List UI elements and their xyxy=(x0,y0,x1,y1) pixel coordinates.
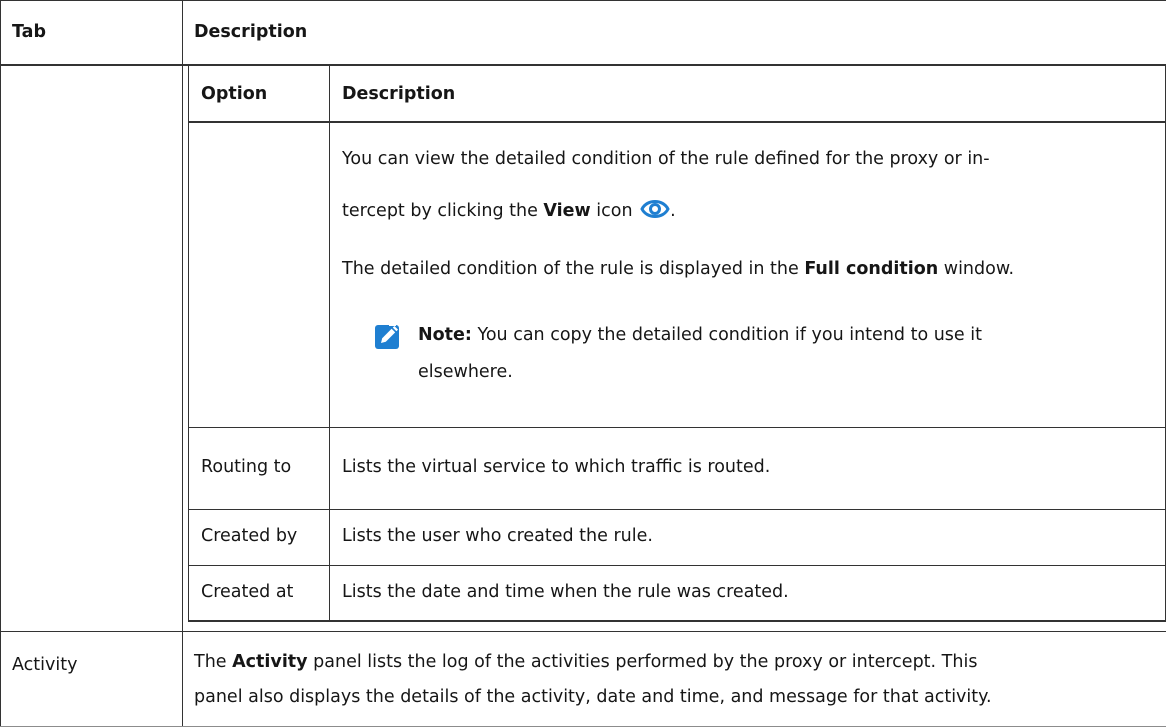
condition-line-2-end: . xyxy=(670,201,676,221)
activity-description-line-2: panel also displays the details of the a… xyxy=(194,687,992,707)
description-created-at: Lists the date and time when the rule wa… xyxy=(342,582,789,602)
document-table: Tab Description Option Description You c… xyxy=(0,0,1166,727)
option-routing-to: Routing to xyxy=(201,457,292,477)
outer-column-divider xyxy=(182,0,183,727)
inner-header-divider xyxy=(188,121,1166,123)
inner-border-bottom xyxy=(188,620,1166,622)
inner-row-divider-3 xyxy=(188,565,1166,566)
inner-column-divider xyxy=(329,66,330,622)
outer-row-divider xyxy=(0,631,1166,632)
inner-row-divider-1 xyxy=(188,427,1166,428)
condition-line-1: You can view the detailed condition of t… xyxy=(342,149,990,169)
condition-line-2-text: tercept by clicking the xyxy=(342,201,544,221)
inner-border-left xyxy=(188,66,189,622)
eye-icon xyxy=(640,200,670,218)
full-condition-pre: The detailed condition of the rule is di… xyxy=(342,259,805,279)
tab-activity: Activity xyxy=(12,655,78,675)
condition-line-2: tercept by clicking the View icon . xyxy=(342,193,676,229)
outer-border-top xyxy=(0,0,1166,1)
activity-desc-pre: The xyxy=(194,652,233,672)
description-created-by: Lists the user who created the rule. xyxy=(342,526,653,546)
outer-header-tab: Tab xyxy=(12,22,47,42)
inner-header-description: Description xyxy=(342,83,456,104)
activity-description-line-1: The Activity panel lists the log of the … xyxy=(194,644,977,680)
pencil-note-icon xyxy=(375,322,399,349)
full-condition-label: Full condition xyxy=(804,259,939,279)
inner-row-divider-2 xyxy=(188,509,1166,510)
view-label: View xyxy=(543,201,591,221)
activity-desc-post: panel lists the log of the activities pe… xyxy=(307,652,978,672)
outer-header-divider xyxy=(0,64,1166,66)
full-condition-text: The detailed condition of the rule is di… xyxy=(342,251,1014,287)
note-line-2: elsewhere. xyxy=(418,362,513,382)
outer-border-left xyxy=(0,0,1,727)
outer-header-description: Description xyxy=(194,22,308,42)
condition-line-2-icon-text: icon xyxy=(590,201,633,221)
note-text: You can copy the detailed condition if y… xyxy=(471,325,982,345)
note-label: Note: xyxy=(418,325,472,345)
full-condition-post: window. xyxy=(938,259,1015,279)
description-routing-to: Lists the virtual service to which traff… xyxy=(342,457,771,477)
option-created-by: Created by xyxy=(201,526,298,546)
activity-label: Activity xyxy=(232,652,308,672)
inner-header-option: Option xyxy=(201,83,268,104)
note-line-1: Note: You can copy the detailed conditio… xyxy=(418,317,982,353)
option-created-at: Created at xyxy=(201,582,294,602)
